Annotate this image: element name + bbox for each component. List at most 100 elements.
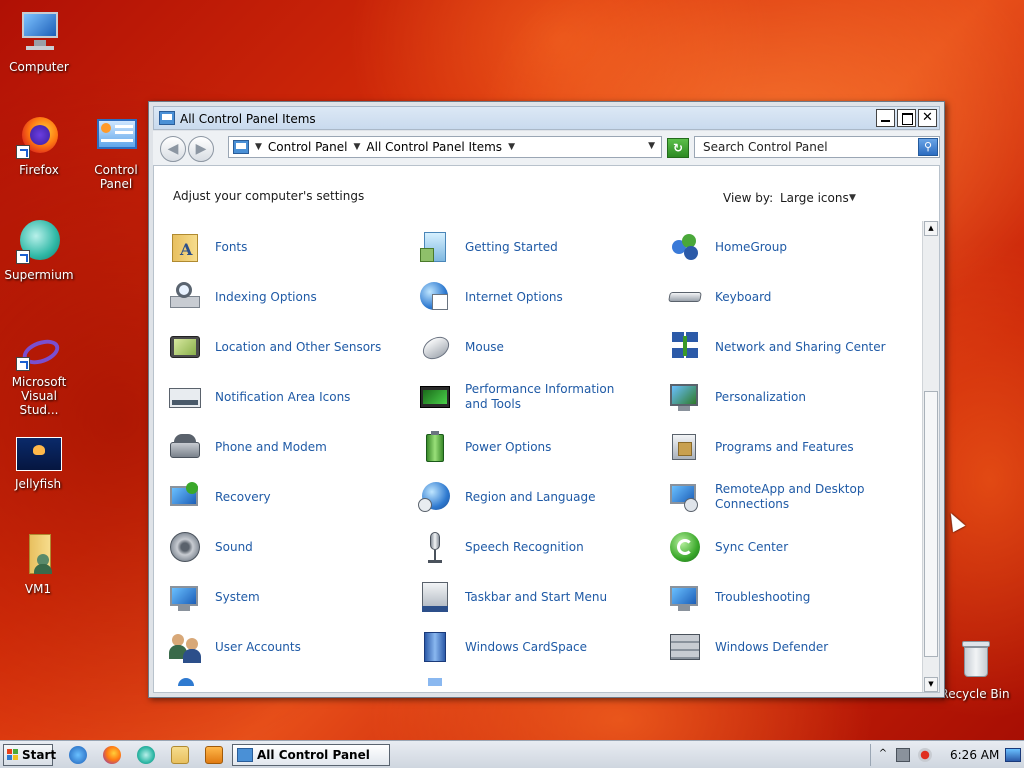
folder-icon[interactable]	[171, 746, 189, 764]
firefox-icon[interactable]	[103, 746, 121, 764]
close-button[interactable]: ✕	[918, 109, 937, 127]
item-label: Internet Options	[465, 289, 563, 304]
taskbar-item-label: All Control Panel Items	[257, 748, 370, 762]
supermium-icon[interactable]	[137, 746, 155, 764]
item-phone-modem[interactable]: Phone and Modem	[168, 422, 418, 472]
item-network-sharing[interactable]: Network and Sharing Center	[668, 322, 918, 372]
chevron-down-icon[interactable]: ▼	[354, 142, 361, 152]
control-panel-icon	[159, 111, 175, 125]
item-troubleshooting[interactable]: Troubleshooting	[668, 572, 918, 622]
item-personalization[interactable]: Personalization	[668, 372, 918, 422]
clock[interactable]: 6:26 AM	[950, 748, 999, 762]
item-sound[interactable]: Sound	[168, 522, 418, 572]
item-label: Indexing Options	[215, 289, 317, 304]
item-label: System	[215, 589, 260, 604]
desktop-icon-vm1[interactable]: VM1	[0, 532, 76, 596]
desktop-icon-recycle-bin[interactable]: Recycle Bin	[937, 637, 1013, 701]
refresh-button[interactable]: ↻	[667, 138, 689, 158]
sync-center-icon	[668, 530, 702, 564]
item-sync-center[interactable]: Sync Center	[668, 522, 918, 572]
jellyfish-image-icon	[15, 437, 62, 473]
item-mouse[interactable]: Mouse	[418, 322, 668, 372]
item-getting-started[interactable]: Getting Started	[418, 222, 668, 272]
item-label: Notification Area Icons	[215, 389, 351, 404]
windows-logo-icon	[7, 749, 19, 761]
item-taskbar-start[interactable]: Taskbar and Start Menu	[418, 572, 668, 622]
show-desktop-icon[interactable]	[1005, 748, 1021, 762]
scrollbar-thumb[interactable]	[924, 391, 938, 657]
desktop-icon-supermium[interactable]: Supermium	[1, 218, 77, 282]
chevron-up-icon[interactable]: ^	[876, 748, 890, 762]
user-folder-icon	[15, 532, 61, 578]
region-language-icon	[418, 480, 452, 514]
breadcrumb-control-panel[interactable]: Control Panel	[268, 140, 348, 154]
chevron-down-icon[interactable]: ▼	[508, 142, 515, 152]
phone-icon	[168, 430, 202, 464]
indexing-options-icon	[168, 280, 202, 314]
content-pane: Adjust your computer's settings View by:…	[153, 165, 940, 693]
scroll-up-button[interactable]: ▲	[924, 221, 938, 236]
desktop-icon-control-panel[interactable]: Control Panel	[78, 113, 154, 191]
network-icon[interactable]	[896, 748, 910, 762]
media-player-icon[interactable]	[205, 746, 223, 764]
partial-item-icon	[178, 678, 194, 686]
start-button[interactable]: Start	[3, 744, 56, 766]
item-region-language[interactable]: Region and Language	[418, 472, 668, 522]
forward-button[interactable]: ▶	[188, 136, 214, 162]
mouse-cursor-icon	[944, 509, 966, 533]
address-dropdown-button[interactable]: ▼	[648, 141, 655, 151]
taskbar: Start All Control Panel Items ^ 6:26 AM	[0, 740, 1024, 768]
chevron-down-icon[interactable]: ▼	[255, 142, 262, 152]
taskbar-item-control-panel[interactable]: All Control Panel Items	[232, 744, 390, 766]
view-by-dropdown[interactable]: Large icons	[780, 191, 849, 205]
volume-muted-icon[interactable]	[918, 748, 932, 762]
vertical-scrollbar[interactable]: ▲ ▼	[922, 221, 939, 692]
window-titlebar[interactable]: All Control Panel Items ✕	[153, 106, 940, 130]
desktop-icon-visual-studio[interactable]: Microsoft Visual Stud...	[1, 335, 77, 417]
desktop-icon-label: Control Panel	[94, 163, 138, 191]
item-label: Sync Center	[715, 539, 789, 554]
microphone-icon	[418, 530, 452, 564]
item-remoteapp[interactable]: RemoteApp and Desktop Connections	[668, 472, 918, 522]
internet-explorer-icon[interactable]	[69, 746, 87, 764]
item-label: Location and Other Sensors	[215, 339, 382, 354]
item-homegroup[interactable]: HomeGroup	[668, 222, 918, 272]
item-recovery[interactable]: Recovery	[168, 472, 418, 522]
breadcrumb-all-items[interactable]: All Control Panel Items	[366, 140, 502, 154]
minimize-button[interactable]	[876, 109, 895, 127]
desktop-icon-firefox[interactable]: Firefox	[1, 113, 77, 177]
item-label: Getting Started	[465, 239, 558, 254]
item-speech-recognition[interactable]: Speech Recognition	[418, 522, 668, 572]
chevron-down-icon[interactable]: ▼	[849, 193, 856, 203]
item-fonts[interactable]: A Fonts	[168, 222, 418, 272]
item-performance[interactable]: Performance Information and Tools	[418, 372, 668, 422]
address-bar[interactable]: ▼ Control Panel ▼ All Control Panel Item…	[228, 136, 662, 158]
item-label: Fonts	[215, 239, 248, 254]
desktop-icon-jellyfish[interactable]: Jellyfish	[0, 437, 76, 491]
desktop-icon-label: Microsoft Visual Stud...	[11, 375, 67, 417]
recovery-icon	[168, 480, 202, 514]
item-internet-options[interactable]: Internet Options	[418, 272, 668, 322]
item-label: User Accounts	[215, 639, 301, 654]
sound-icon	[168, 530, 202, 564]
item-label: RemoteApp and Desktop Connections	[715, 482, 865, 511]
search-icon[interactable]: ⚲	[918, 138, 938, 156]
search-input[interactable]: Search Control Panel ⚲	[694, 136, 940, 158]
control-panel-icon	[233, 140, 249, 154]
item-cardspace[interactable]: Windows CardSpace	[418, 622, 668, 672]
item-programs-features[interactable]: Programs and Features	[668, 422, 918, 472]
item-keyboard[interactable]: Keyboard	[668, 272, 918, 322]
maximize-button[interactable]	[897, 109, 916, 127]
item-indexing-options[interactable]: Indexing Options	[168, 272, 418, 322]
item-windows-defender[interactable]: Windows Defender	[668, 622, 918, 672]
item-user-accounts[interactable]: User Accounts	[168, 622, 418, 672]
desktop-icon-computer[interactable]: Computer	[1, 10, 77, 74]
item-system[interactable]: System	[168, 572, 418, 622]
item-label: Speech Recognition	[465, 539, 584, 554]
item-notification-area[interactable]: Notification Area Icons	[168, 372, 418, 422]
item-location-sensors[interactable]: Location and Other Sensors	[168, 322, 418, 372]
user-accounts-icon	[168, 630, 202, 664]
back-button[interactable]: ◀	[160, 136, 186, 162]
scroll-down-button[interactable]: ▼	[924, 677, 938, 692]
item-power-options[interactable]: Power Options	[418, 422, 668, 472]
